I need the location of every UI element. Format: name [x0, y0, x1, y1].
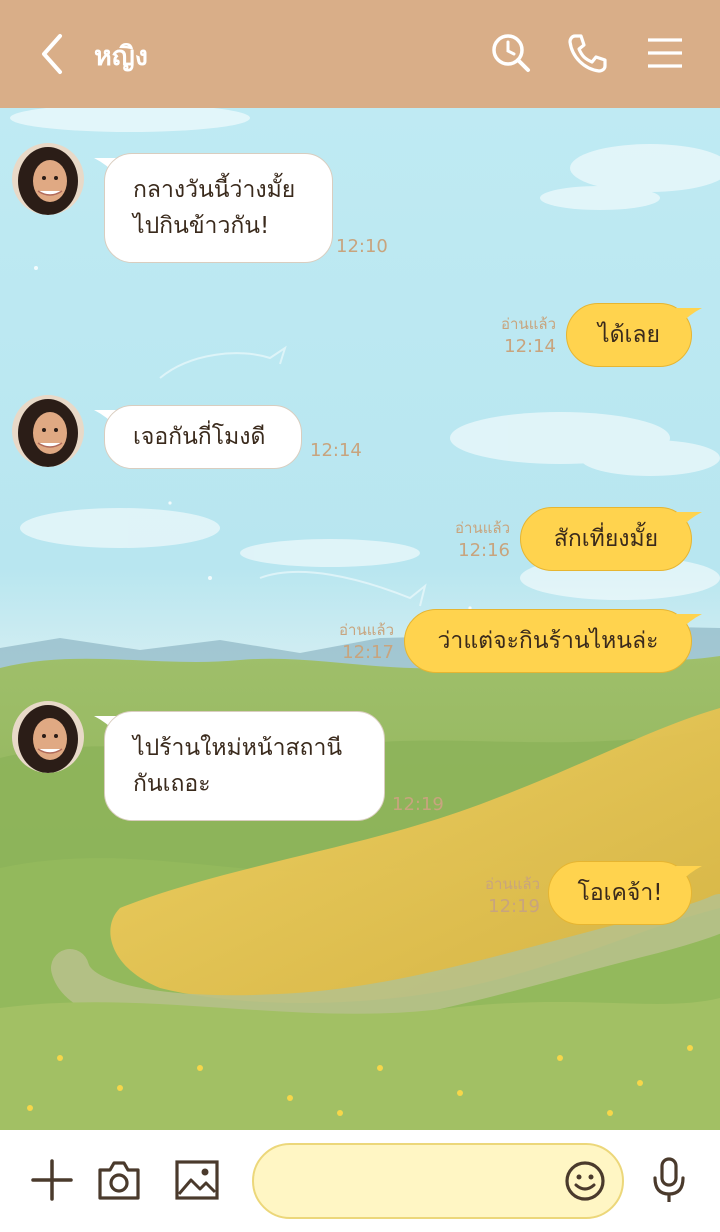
- message-time: 12:10: [336, 236, 388, 257]
- message-time: 12:16: [458, 540, 510, 561]
- avatar[interactable]: [12, 143, 84, 215]
- phone-icon[interactable]: [566, 32, 608, 74]
- plus-icon[interactable]: [30, 1158, 74, 1202]
- bubble-tail: [676, 308, 702, 326]
- message-bubble-outgoing[interactable]: ว่าแต่จะกินร้านไหนล่ะ: [404, 609, 692, 673]
- search-history-icon[interactable]: [490, 32, 532, 74]
- camera-icon[interactable]: [96, 1158, 142, 1202]
- message-time: 12:19: [392, 794, 444, 815]
- message-time: 12:14: [504, 336, 556, 357]
- chat-header: หญิง: [0, 0, 720, 108]
- profile-photo: [12, 395, 84, 467]
- message-time: 12:19: [488, 896, 540, 917]
- message-list[interactable]: กลางวันนี้ว่างมั้ย ไปกินข้าวกัน! 12:10 อ…: [0, 108, 720, 1130]
- read-receipt: อ่านแล้ว: [501, 315, 556, 333]
- message-bubble-incoming[interactable]: กลางวันนี้ว่างมั้ย ไปกินข้าวกัน!: [104, 153, 333, 263]
- bubble-tail: [676, 614, 702, 632]
- chat-title[interactable]: หญิง: [94, 34, 148, 77]
- message-bubble-incoming[interactable]: ไปร้านใหม่หน้าสถานี กันเถอะ: [104, 711, 385, 821]
- avatar[interactable]: [12, 395, 84, 467]
- bubble-tail: [676, 866, 702, 884]
- avatar[interactable]: [12, 701, 84, 773]
- microphone-icon[interactable]: [650, 1156, 688, 1204]
- message-time: 12:17: [342, 642, 394, 663]
- message-bubble-incoming[interactable]: เจอกันกี่โมงดี: [104, 405, 302, 469]
- read-receipt: อ่านแล้ว: [455, 519, 510, 537]
- message-bubble-outgoing[interactable]: โอเคจ้า!: [548, 861, 692, 925]
- read-receipt: อ่านแล้ว: [485, 875, 540, 893]
- smiley-icon[interactable]: [564, 1160, 606, 1202]
- bubble-tail: [676, 512, 702, 530]
- message-bubble-outgoing[interactable]: สักเที่ยงมั้ย: [520, 507, 692, 571]
- read-receipt: อ่านแล้ว: [339, 621, 394, 639]
- profile-photo: [12, 143, 84, 215]
- back-chevron-icon[interactable]: [34, 30, 74, 78]
- message-bubble-outgoing[interactable]: ได้เลย: [566, 303, 692, 367]
- menu-icon[interactable]: [644, 32, 686, 74]
- message-time: 12:14: [310, 440, 362, 461]
- profile-photo: [12, 701, 84, 773]
- message-input[interactable]: [278, 1163, 558, 1203]
- image-icon[interactable]: [174, 1158, 220, 1202]
